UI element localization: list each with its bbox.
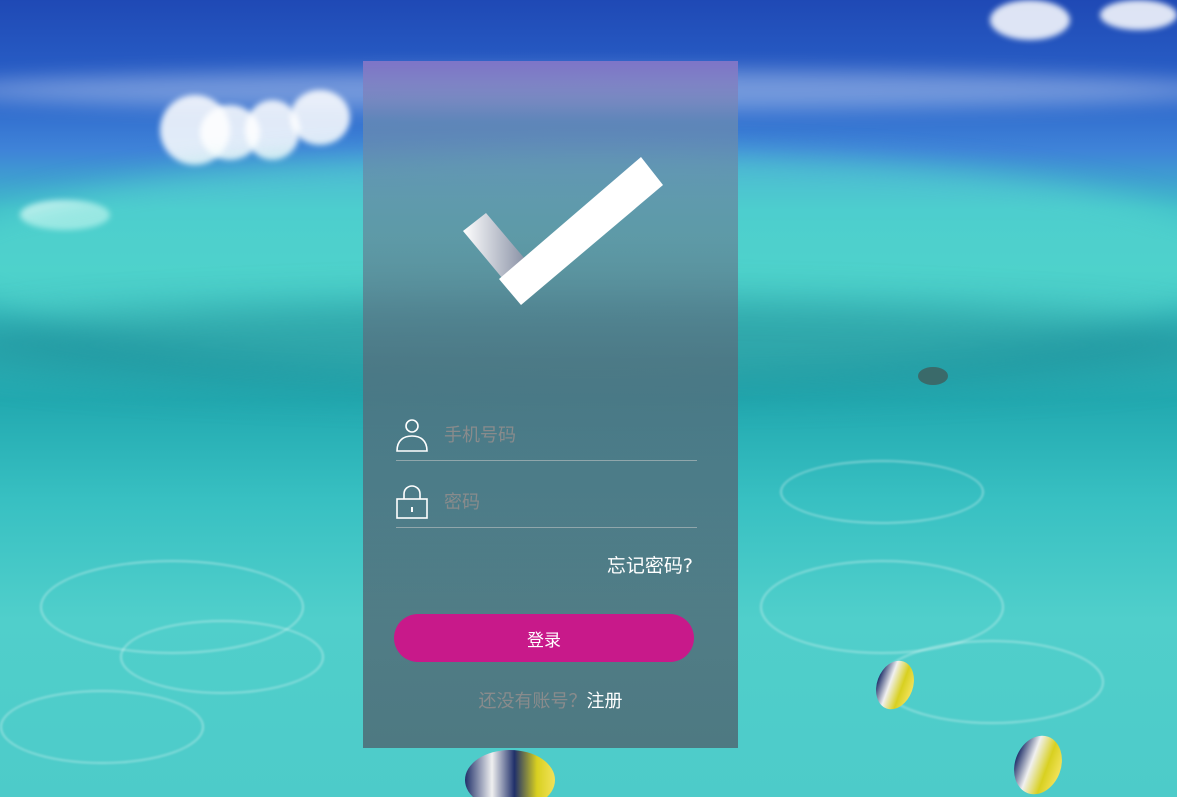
- checkmark-logo-icon: [463, 157, 663, 307]
- password-field: [396, 483, 697, 528]
- forgot-password-link[interactable]: 忘记密码?: [607, 551, 693, 578]
- phone-input[interactable]: [444, 420, 684, 450]
- login-panel: 忘记密码? 登录 还没有账号？注册: [363, 61, 738, 748]
- login-button[interactable]: 登录: [394, 614, 694, 662]
- user-icon: [396, 418, 428, 452]
- phone-field: [396, 416, 697, 461]
- password-input[interactable]: [444, 487, 684, 517]
- register-prompt: 还没有账号？: [478, 691, 587, 712]
- register-row: 还没有账号？注册: [363, 687, 738, 713]
- register-link[interactable]: 注册: [587, 691, 623, 712]
- lock-icon: [396, 485, 428, 519]
